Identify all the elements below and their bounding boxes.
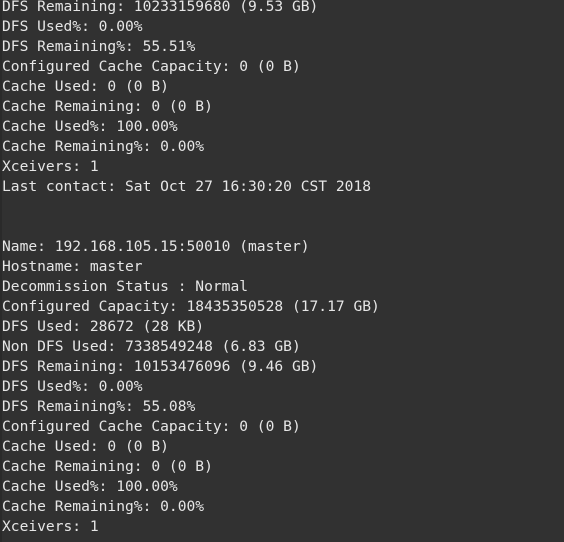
terminal-output: DFS Remaining: 10233159680 (9.53 GB) DFS …: [2, 0, 380, 537]
terminal-line: Hostname: master: [2, 258, 143, 275]
terminal-window[interactable]: DFS Remaining: 10233159680 (9.53 GB) DFS …: [0, 0, 564, 542]
terminal-line: DFS Used%: 0.00%: [2, 18, 143, 35]
terminal-line: Cache Remaining%: 0.00%: [2, 498, 205, 515]
terminal-line: Cache Remaining: 0 (0 B): [2, 458, 213, 475]
terminal-line: Cache Used%: 100.00%: [2, 478, 178, 495]
terminal-line: Cache Remaining: 0 (0 B): [2, 98, 213, 115]
terminal-line: Configured Cache Capacity: 0 (0 B): [2, 58, 301, 75]
terminal-line: DFS Remaining: 10153476096 (9.46 GB): [2, 358, 319, 375]
terminal-left-edge: [0, 0, 2, 542]
terminal-line: DFS Remaining: 10233159680 (9.53 GB): [2, 0, 319, 15]
terminal-line: Xceivers: 1: [2, 518, 99, 535]
terminal-line: DFS Remaining%: 55.08%: [2, 398, 196, 415]
terminal-line: Configured Cache Capacity: 0 (0 B): [2, 418, 301, 435]
terminal-line: Last contact: Sat Oct 27 16:30:20 CST 20…: [2, 178, 372, 195]
terminal-line: Cache Remaining%: 0.00%: [2, 138, 205, 155]
terminal-line: Cache Used%: 100.00%: [2, 118, 178, 135]
terminal-line: Configured Capacity: 18435350528 (17.17 …: [2, 298, 380, 315]
terminal-line: Cache Used: 0 (0 B): [2, 78, 169, 95]
terminal-line: Name: 192.168.105.15:50010 (master): [2, 238, 310, 255]
terminal-line: Decommission Status : Normal: [2, 278, 249, 295]
terminal-line: DFS Used: 28672 (28 KB): [2, 318, 205, 335]
terminal-line: Non DFS Used: 7338549248 (6.83 GB): [2, 338, 301, 355]
terminal-line: DFS Remaining%: 55.51%: [2, 38, 196, 55]
terminal-line: Cache Used: 0 (0 B): [2, 438, 169, 455]
terminal-line: DFS Used%: 0.00%: [2, 378, 143, 395]
terminal-line: Xceivers: 1: [2, 158, 99, 175]
